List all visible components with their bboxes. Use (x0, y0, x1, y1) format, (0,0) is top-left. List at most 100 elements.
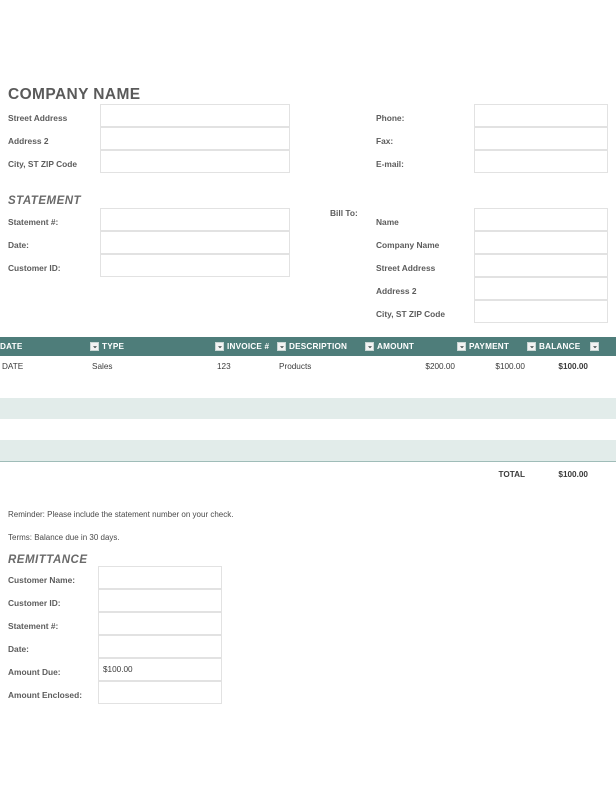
table-row[interactable] (0, 377, 616, 398)
terms-note: Terms: Balance due in 30 days. (8, 533, 120, 542)
form-row-customer-id: Customer ID: (8, 254, 290, 277)
form-row-city-state-zip: City, ST ZIP Code (8, 150, 290, 173)
input-remit-amount-enclosed[interactable] (98, 681, 222, 704)
filter-dropdown-icon-extra[interactable] (590, 342, 599, 351)
form-row-street-address: Street Address (8, 104, 290, 127)
column-header-date[interactable]: DATE (0, 337, 90, 356)
input-remit-date[interactable] (98, 635, 222, 658)
label-customer-id: Customer ID: (8, 263, 61, 273)
input-fax[interactable] (474, 127, 608, 150)
form-row-remit-date: Date: (8, 635, 222, 658)
table-row[interactable] (0, 398, 616, 419)
column-label-balance: BALANCE (539, 342, 581, 351)
label-email: E-mail: (376, 159, 404, 169)
statement-section-title: STATEMENT (8, 195, 82, 207)
column-label-invoice: INVOICE # (227, 342, 270, 351)
filter-dropdown-icon-type[interactable] (90, 342, 99, 351)
form-row-billto-name: Name (376, 208, 608, 231)
table-row[interactable]: DATE Sales 123 Products $200.00 $100.00 … (0, 356, 616, 377)
transactions-table-wrapper: DATE TYPE INVOICE # DESCRIPTION AMOUNT P… (0, 337, 616, 486)
column-label-type: TYPE (102, 342, 125, 351)
input-city-state-zip[interactable] (100, 150, 290, 173)
input-billto-company[interactable] (474, 231, 608, 254)
form-row-remit-statement-number: Statement #: (8, 612, 222, 635)
bill-to-block: Name Company Name Street Address Address… (376, 208, 608, 323)
cell-payment: $100.00 (457, 356, 527, 377)
input-remit-customer-id[interactable] (98, 589, 222, 612)
total-label: TOTAL (457, 461, 527, 486)
column-header-extra[interactable] (590, 337, 616, 356)
table-row[interactable] (0, 419, 616, 440)
label-fax: Fax: (376, 136, 394, 146)
label-billto-name: Name (376, 217, 399, 227)
table-header-row: DATE TYPE INVOICE # DESCRIPTION AMOUNT P… (0, 337, 616, 356)
form-row-statement-date: Date: (8, 231, 290, 254)
bill-to-label: Bill To: (330, 208, 358, 218)
form-row-email: E-mail: (376, 150, 608, 173)
filter-dropdown-icon-amount[interactable] (365, 342, 374, 351)
label-phone: Phone: (376, 113, 405, 123)
label-billto-street: Street Address (376, 263, 436, 273)
form-row-phone: Phone: (376, 104, 608, 127)
column-label-payment: PAYMENT (469, 342, 510, 351)
form-row-billto-city: City, ST ZIP Code (376, 300, 608, 323)
table-total-row: TOTAL $100.00 (0, 461, 616, 486)
value-remit-amount-due: $100.00 (98, 658, 222, 681)
table-row[interactable] (0, 440, 616, 462)
label-remit-amount-enclosed: Amount Enclosed: (8, 690, 82, 700)
input-remit-customer-name[interactable] (98, 566, 222, 589)
form-row-billto-company: Company Name (376, 231, 608, 254)
column-label-description: DESCRIPTION (289, 342, 348, 351)
column-header-invoice[interactable]: INVOICE # (215, 337, 277, 356)
column-header-type[interactable]: TYPE (90, 337, 215, 356)
cell-description: Products (277, 356, 365, 377)
input-statement-date[interactable] (100, 231, 290, 254)
input-street-address[interactable] (100, 104, 290, 127)
label-billto-company: Company Name (376, 240, 440, 250)
reminder-note: Reminder: Please include the statement n… (8, 510, 234, 519)
input-remit-statement-number[interactable] (98, 612, 222, 635)
input-email[interactable] (474, 150, 608, 173)
cell-date: DATE (0, 356, 90, 377)
column-header-description[interactable]: DESCRIPTION (277, 337, 365, 356)
company-address-block: Street Address Address 2 City, ST ZIP Co… (8, 104, 290, 173)
form-row-remit-amount-due: Amount Due: $100.00 (8, 658, 222, 681)
label-statement-date: Date: (8, 240, 29, 250)
label-city-state-zip: City, ST ZIP Code (8, 159, 78, 169)
input-billto-name[interactable] (474, 208, 608, 231)
form-row-remit-customer-id: Customer ID: (8, 589, 222, 612)
label-remit-customer-id: Customer ID: (8, 598, 61, 608)
remittance-block: Customer Name: Customer ID: Statement #:… (8, 566, 222, 704)
column-label-date: DATE (0, 342, 23, 351)
column-header-amount[interactable]: AMOUNT (365, 337, 457, 356)
column-header-balance[interactable]: BALANCE (527, 337, 590, 356)
filter-dropdown-icon-payment[interactable] (457, 342, 466, 351)
column-header-payment[interactable]: PAYMENT (457, 337, 527, 356)
filter-dropdown-icon-description[interactable] (277, 342, 286, 351)
form-row-remit-customer-name: Customer Name: (8, 566, 222, 589)
input-billto-city[interactable] (474, 300, 608, 323)
form-row-fax: Fax: (376, 127, 608, 150)
input-billto-street[interactable] (474, 254, 608, 277)
label-remit-date: Date: (8, 644, 29, 654)
label-billto-address2: Address 2 (376, 286, 417, 296)
label-street-address: Street Address (8, 113, 68, 123)
input-address-2[interactable] (100, 127, 290, 150)
form-row-address-2: Address 2 (8, 127, 290, 150)
input-phone[interactable] (474, 104, 608, 127)
input-customer-id[interactable] (100, 254, 290, 277)
filter-dropdown-icon-invoice[interactable] (215, 342, 224, 351)
cell-balance: $100.00 (527, 356, 590, 377)
input-billto-address2[interactable] (474, 277, 608, 300)
label-address-2: Address 2 (8, 136, 49, 146)
cell-extra (590, 356, 616, 377)
input-statement-number[interactable] (100, 208, 290, 231)
remittance-section-title: REMITTANCE (8, 554, 88, 566)
total-value: $100.00 (527, 461, 590, 486)
filter-dropdown-icon-balance[interactable] (527, 342, 536, 351)
form-row-statement-number: Statement #: (8, 208, 290, 231)
transactions-table: DATE TYPE INVOICE # DESCRIPTION AMOUNT P… (0, 337, 616, 486)
statement-document: COMPANY NAME Street Address Address 2 Ci… (0, 0, 616, 800)
company-contact-block: Phone: Fax: E-mail: (376, 104, 608, 173)
table-body: DATE Sales 123 Products $200.00 $100.00 … (0, 356, 616, 486)
